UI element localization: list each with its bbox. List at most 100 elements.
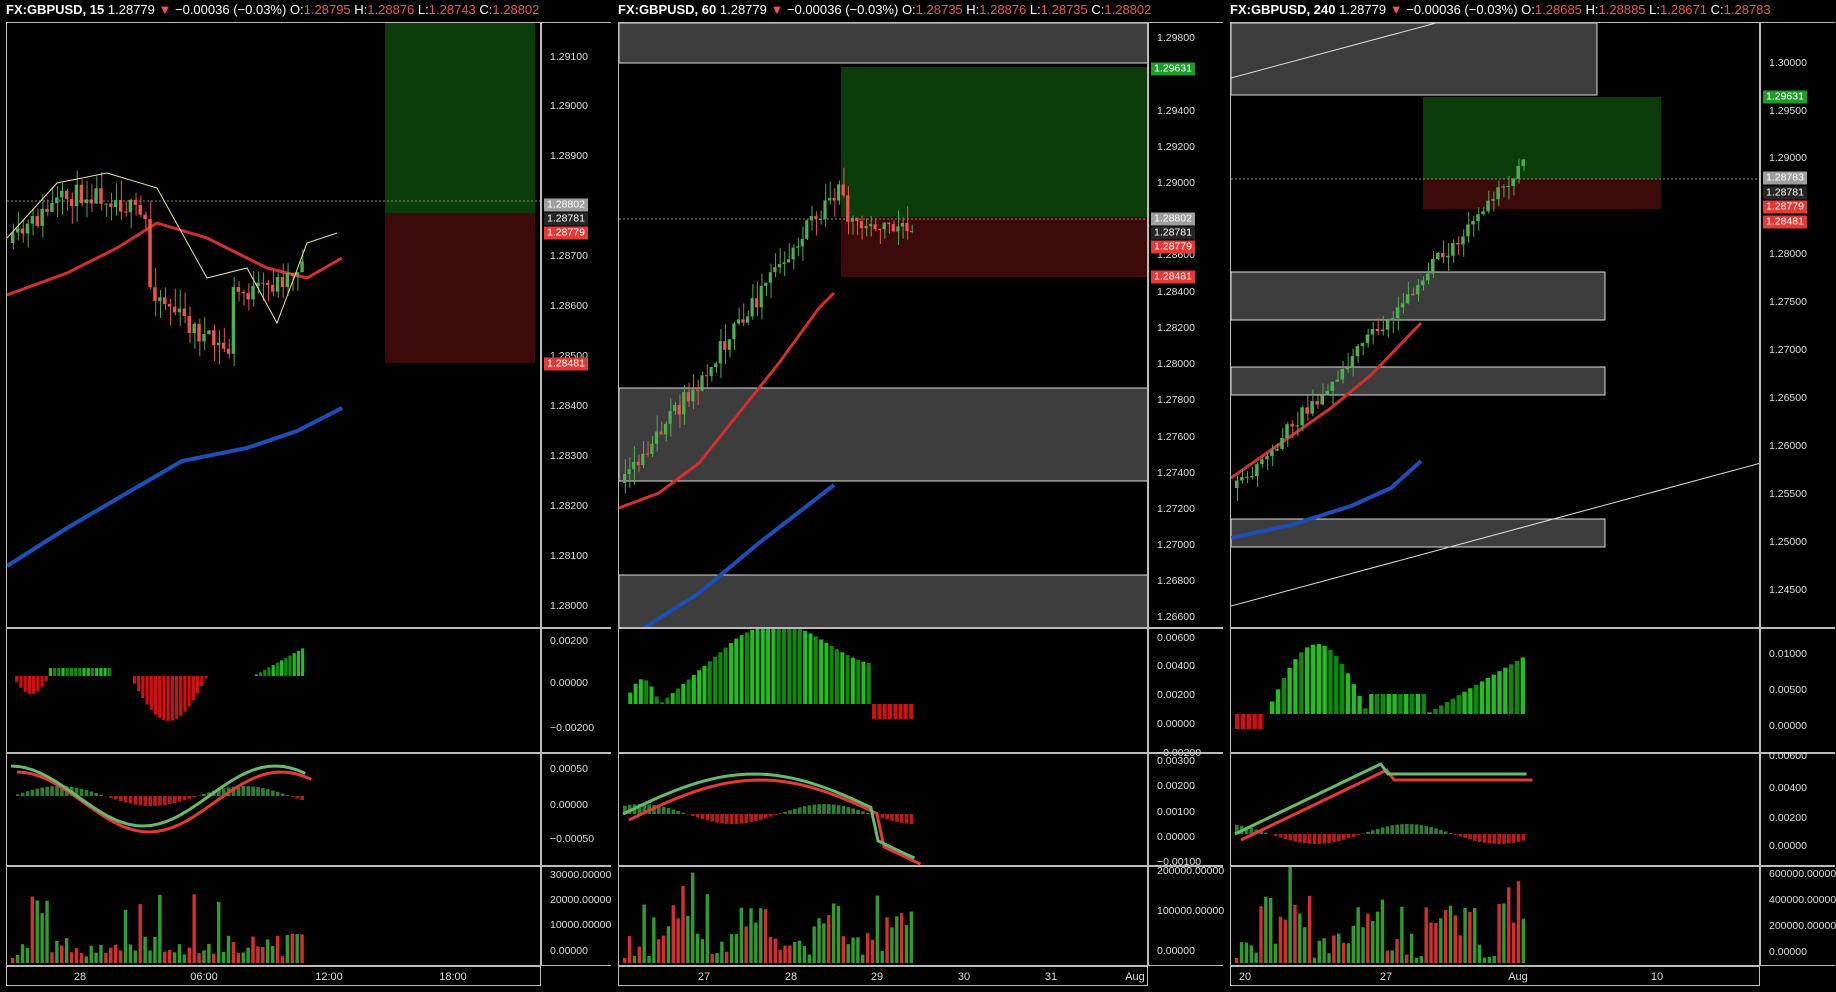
- price-tag[interactable]: 1.28779: [1151, 240, 1195, 254]
- price-tag[interactable]: 1.28802: [1151, 212, 1195, 226]
- pane-vol[interactable]: [6, 866, 541, 966]
- momentum-bar: [1240, 714, 1246, 729]
- vol-plot[interactable]: [7, 867, 540, 965]
- volume-bar: [133, 950, 138, 963]
- price-tag[interactable]: 1.28781: [1763, 186, 1807, 200]
- main-plot[interactable]: [7, 23, 540, 627]
- price-axis-vol[interactable]: 600000.00000 400000.00000 200000.00000 0.00…: [1760, 866, 1836, 966]
- price-axis-i2[interactable]: 0.00300 0.00200 0.00100 0.00000 −0.00100: [1148, 753, 1223, 868]
- i1-plot[interactable]: [1231, 629, 1759, 752]
- pane-main[interactable]: [6, 22, 541, 628]
- i2-plot[interactable]: [619, 754, 1147, 865]
- vol-plot[interactable]: [1231, 867, 1759, 965]
- price-axis-i1[interactable]: 0.00600 0.00400 0.00200 0.00000 −0.00200: [1148, 628, 1223, 759]
- price-tag[interactable]: 1.28481: [1151, 270, 1195, 284]
- price-tag[interactable]: 1.29631: [1763, 90, 1807, 104]
- price-axis-i1[interactable]: 0.00200 0.00000 −0.00200: [541, 628, 611, 753]
- loss-zone[interactable]: [1423, 179, 1661, 209]
- main-plot[interactable]: [619, 23, 1147, 627]
- pane-i2[interactable]: [1230, 753, 1760, 866]
- price-tag[interactable]: 1.29631: [1151, 62, 1195, 76]
- pane-vol[interactable]: [618, 866, 1148, 966]
- price-axis-i1[interactable]: 0.01000 0.00500 0.00000: [1760, 628, 1835, 753]
- pane-main[interactable]: [1230, 22, 1760, 628]
- pane-i1[interactable]: [618, 628, 1148, 753]
- price-tag[interactable]: 1.28779: [544, 226, 588, 240]
- momentum-bar: [27, 676, 31, 694]
- main-plot[interactable]: [1231, 23, 1759, 627]
- price-axis-main[interactable]: 1.29100 1.29000 1.28900 1.28700 1.28600 1.285…: [541, 22, 611, 628]
- profit-zone[interactable]: [385, 23, 535, 213]
- sr-zone[interactable]: [1231, 366, 1606, 396]
- volume-bar: [153, 936, 157, 963]
- pane-i2[interactable]: [6, 753, 541, 866]
- price-tag[interactable]: 1.28783: [1763, 171, 1807, 185]
- macd-hist: [822, 804, 826, 814]
- sr-zone[interactable]: [619, 23, 1147, 64]
- sr-zone[interactable]: [619, 574, 1147, 627]
- volume-bar: [861, 954, 865, 963]
- i1-plot[interactable]: [619, 629, 1147, 752]
- momentum-bar: [739, 635, 744, 704]
- price-tag[interactable]: 1.28481: [544, 357, 588, 371]
- candle-body: [285, 272, 290, 288]
- momentum-bar: [1468, 688, 1473, 714]
- profit-zone[interactable]: [841, 67, 1147, 217]
- momentum-bar: [681, 684, 686, 704]
- price-tag[interactable]: 1.28802: [544, 198, 588, 212]
- price-tag[interactable]: 1.28781: [544, 212, 588, 226]
- i1-plot[interactable]: [7, 629, 540, 752]
- chart-15m[interactable]: FX:GBPUSD, 15 1.28779 ▼ −0.00036 (−0.03%…: [0, 0, 612, 990]
- momentum-bar: [288, 655, 292, 676]
- symbol-label[interactable]: FX:GBPUSD, 60: [618, 2, 716, 17]
- profit-zone[interactable]: [1423, 97, 1661, 179]
- momentum-bar: [271, 665, 275, 676]
- pane-i2[interactable]: [618, 753, 1148, 866]
- price-axis-main[interactable]: 1.30000 1.29500 1.29000 1.28000 1.27500 1.270…: [1760, 22, 1835, 628]
- volume-bar: [734, 934, 739, 963]
- i2-plot[interactable]: [1231, 754, 1759, 865]
- momentum-bar: [734, 638, 739, 704]
- volume-bar: [187, 947, 191, 963]
- price-axis-main[interactable]: 1.29800 1.29400 1.29200 1.29000 1.28600 1.284…: [1148, 22, 1223, 628]
- time-axis[interactable]: 20 27 Aug 10: [1230, 966, 1760, 986]
- i2-plot[interactable]: [7, 754, 540, 865]
- pane-i1[interactable]: [1230, 628, 1760, 753]
- price-axis-vol[interactable]: 30000.00000 20000.00000 10000.00000 0.00000: [541, 866, 611, 966]
- momentum-bar: [797, 629, 802, 704]
- pane-vol[interactable]: [1230, 866, 1760, 966]
- volume-bar: [1400, 906, 1404, 963]
- chart-240m[interactable]: FX:GBPUSD, 240 1.28779 ▼ −0.00036 (−0.03…: [1224, 0, 1836, 990]
- volume-bar: [251, 936, 255, 963]
- volume-bar: [700, 939, 705, 963]
- vol-plot[interactable]: [619, 867, 1147, 965]
- price-axis-i2[interactable]: 0.00600 0.00400 0.00200 0.00000: [1760, 750, 1835, 866]
- price-axis-vol[interactable]: 200000.00000 100000.00000 0.00000: [1148, 865, 1224, 966]
- volume-bar: [1502, 903, 1506, 963]
- symbol-label[interactable]: FX:GBPUSD, 240: [1230, 2, 1335, 17]
- price-tag[interactable]: 1.28781: [1151, 226, 1195, 240]
- chart-60m[interactable]: FX:GBPUSD, 60 1.28779 ▼ −0.00036 (−0.03%…: [612, 0, 1224, 990]
- price-tag[interactable]: 1.28481: [1763, 215, 1807, 229]
- sr-zone[interactable]: [1231, 518, 1606, 548]
- momentum-bar: [1275, 689, 1281, 714]
- candle-body: [1295, 425, 1299, 427]
- time-axis[interactable]: 28 06:00 12:00 18:00: [6, 966, 541, 986]
- pane-main[interactable]: [618, 22, 1148, 628]
- pane-i1[interactable]: [6, 628, 541, 753]
- price-axis-i2[interactable]: 0.00050 0.00000 −0.00050: [541, 753, 611, 866]
- sr-zone[interactable]: [1231, 23, 1598, 96]
- volume-bar: [1327, 953, 1331, 963]
- macd-hist: [807, 805, 812, 814]
- loss-zone[interactable]: [385, 213, 535, 363]
- candle-body: [1496, 187, 1500, 200]
- price-tag[interactable]: 1.28779: [1763, 200, 1807, 214]
- candle-body: [632, 461, 636, 470]
- loss-zone[interactable]: [841, 217, 1147, 277]
- volume-bar: [1507, 887, 1511, 963]
- symbol-label[interactable]: FX:GBPUSD, 15: [6, 2, 104, 17]
- time-axis[interactable]: 27 28 29 30 31 Aug: [618, 966, 1148, 986]
- candle-body: [759, 286, 763, 308]
- volume-bar: [138, 904, 142, 963]
- volume-bar: [300, 934, 304, 963]
